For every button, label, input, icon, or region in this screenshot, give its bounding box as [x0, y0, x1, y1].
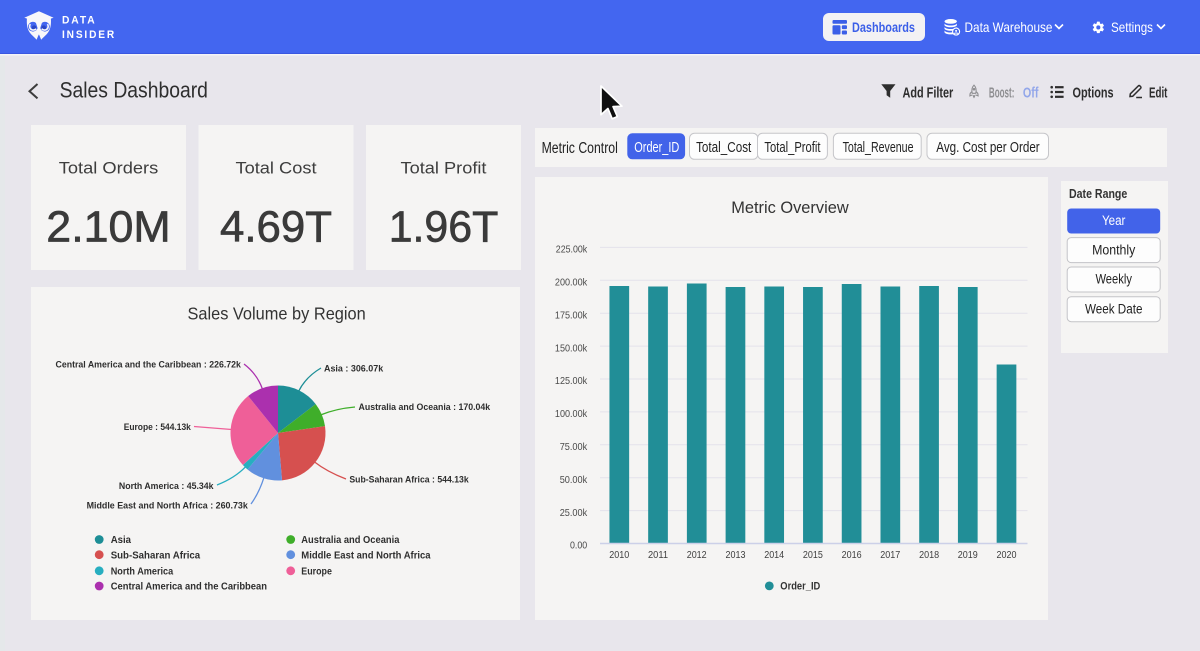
svg-text:0.00: 0.00	[570, 540, 587, 552]
svg-text:Australia and Oceania : 170.04: Australia and Oceania : 170.04k	[359, 402, 492, 412]
svg-text:Boost:: Boost:	[989, 85, 1015, 102]
svg-text:2017: 2017	[880, 550, 900, 561]
svg-text:2016: 2016	[842, 550, 862, 561]
svg-text:2018: 2018	[919, 550, 939, 561]
svg-text:Monthly: Monthly	[1092, 242, 1135, 257]
svg-text:150.00k: 150.00k	[555, 342, 588, 354]
svg-text:50.00k: 50.00k	[560, 474, 588, 486]
svg-text:225.00k: 225.00k	[556, 244, 588, 256]
svg-text:Dashboards: Dashboards	[852, 19, 915, 35]
svg-text:Settings: Settings	[1111, 19, 1153, 35]
svg-text:75.00k: 75.00k	[560, 441, 588, 453]
svg-text:Asia: Asia	[111, 535, 132, 546]
svg-text:Edit: Edit	[1149, 85, 1167, 102]
svg-text:Avg. Cost per Order: Avg. Cost per Order	[936, 139, 1039, 156]
svg-text:Australia and Oceania: Australia and Oceania	[301, 535, 399, 546]
svg-text:2010: 2010	[609, 550, 629, 561]
svg-text:Sales Volume by Region: Sales Volume by Region	[187, 304, 365, 324]
svg-text:Central America and the Caribb: Central America and the Caribbean : 226.…	[56, 360, 242, 370]
svg-text:Total_Cost: Total_Cost	[696, 139, 752, 156]
svg-text:Europe : 544.13k: Europe : 544.13k	[124, 422, 192, 432]
svg-text:Date Range: Date Range	[1069, 186, 1127, 201]
svg-text:Metric Control: Metric Control	[542, 140, 618, 157]
svg-text:100.00k: 100.00k	[555, 408, 588, 420]
svg-text:Off: Off	[1023, 85, 1039, 102]
svg-text:Total_Revenue: Total_Revenue	[843, 139, 914, 156]
svg-text:2011: 2011	[648, 550, 668, 561]
svg-text:Sub-Saharan Africa : 544.13k: Sub-Saharan Africa : 544.13k	[349, 475, 469, 485]
svg-text:Total Cost: Total Cost	[236, 159, 318, 177]
svg-text:2012: 2012	[687, 550, 707, 561]
svg-text:DATA: DATA	[62, 14, 97, 26]
svg-text:Middle East and North Africa: Middle East and North Africa	[301, 550, 431, 561]
svg-text:Add Filter: Add Filter	[903, 85, 954, 102]
svg-text:North America: North America	[111, 567, 174, 578]
svg-text:Weekly: Weekly	[1095, 272, 1132, 287]
svg-text:2019: 2019	[958, 550, 978, 561]
svg-text:Order_ID: Order_ID	[780, 581, 820, 593]
svg-text:Sub-Saharan Africa: Sub-Saharan Africa	[111, 550, 201, 561]
svg-text:Order_ID: Order_ID	[634, 139, 679, 156]
svg-text:125.00k: 125.00k	[555, 375, 588, 387]
svg-text:2020: 2020	[997, 550, 1017, 561]
svg-text:Total Orders: Total Orders	[59, 159, 159, 177]
svg-text:Middle East and North Africa :: Middle East and North Africa : 260.73k	[87, 500, 249, 510]
svg-text:175.00k: 175.00k	[555, 309, 588, 321]
svg-text:Asia : 306.07k: Asia : 306.07k	[324, 363, 384, 373]
svg-text:Europe: Europe	[301, 567, 332, 578]
svg-text:Options: Options	[1073, 85, 1114, 102]
svg-text:Metric Overview: Metric Overview	[731, 198, 849, 217]
svg-text:200.00k: 200.00k	[555, 277, 588, 289]
svg-text:Total Profit: Total Profit	[401, 159, 488, 177]
svg-text:Sales Dashboard: Sales Dashboard	[60, 78, 208, 103]
svg-text:2014: 2014	[764, 550, 784, 561]
svg-text:North America : 45.34k: North America : 45.34k	[119, 481, 214, 491]
svg-text:4.69T: 4.69T	[220, 203, 332, 252]
svg-text:2013: 2013	[726, 550, 746, 561]
svg-text:INSIDER: INSIDER	[62, 29, 116, 41]
svg-text:2015: 2015	[803, 550, 823, 561]
svg-text:25.00k: 25.00k	[560, 507, 588, 519]
svg-text:2.10M: 2.10M	[46, 203, 170, 252]
svg-text:Year: Year	[1102, 213, 1126, 228]
svg-text:Week Date: Week Date	[1085, 301, 1143, 316]
svg-text:Total_Profit: Total_Profit	[764, 139, 821, 156]
svg-text:1.96T: 1.96T	[389, 203, 499, 252]
svg-text:Central America and the Caribb: Central America and the Caribbean	[111, 582, 267, 593]
svg-text:Data Warehouse: Data Warehouse	[965, 19, 1053, 35]
